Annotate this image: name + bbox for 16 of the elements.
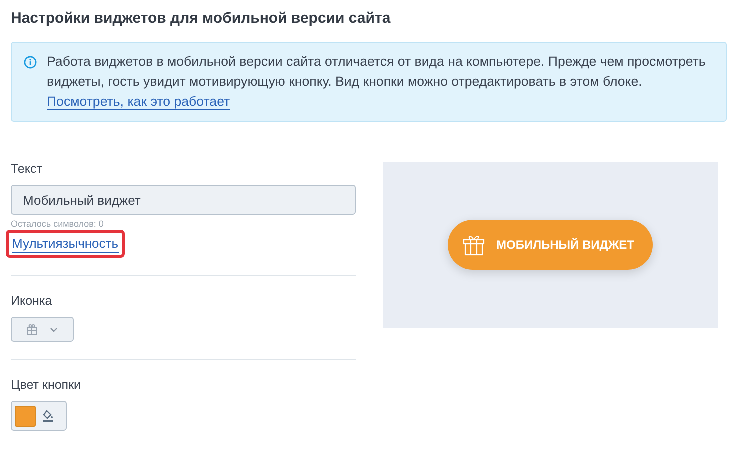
paint-bucket-icon bbox=[41, 409, 55, 423]
gift-icon bbox=[462, 233, 486, 257]
field-label: Текст bbox=[11, 162, 44, 176]
gift-icon bbox=[26, 324, 38, 336]
color-picker[interactable] bbox=[11, 401, 67, 431]
text-input[interactable]: Мобильный виджет bbox=[11, 185, 356, 215]
field-label: Цвет кнопки bbox=[11, 378, 82, 392]
how-it-works-link[interactable]: Посмотреть, как это работает bbox=[47, 94, 230, 110]
field-label: Иконка bbox=[11, 294, 54, 308]
chevron-down-icon bbox=[49, 326, 60, 332]
page-title: Настройки виджетов для мобильной версии сайта bbox=[11, 10, 392, 27]
chars-left-hint: Осталось символов: 0 bbox=[11, 219, 105, 229]
multilanguage-link[interactable]: Мультиязычность bbox=[12, 236, 119, 253]
info-icon bbox=[24, 56, 37, 69]
icon-select[interactable] bbox=[11, 317, 74, 342]
info-text: Работа виджетов в мобильной версии сайта отличается от вида на компьютере. Прежде чем просмотреть виджеты, гость увидит мотивирующую кнопку. Вид кнопки можно отредактировать в этом блоке. bbox=[47, 54, 706, 89]
